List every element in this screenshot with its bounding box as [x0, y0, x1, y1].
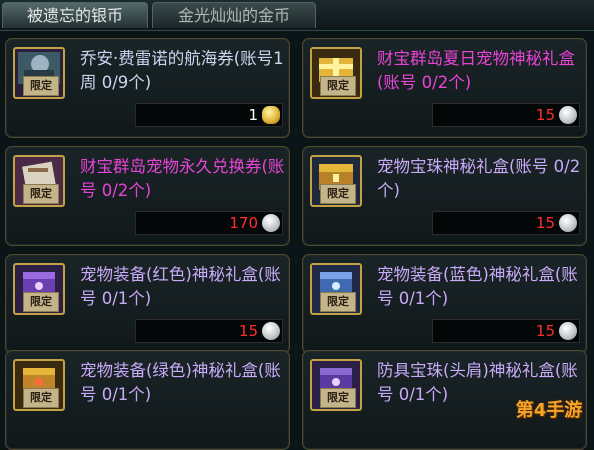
price-box: 15 — [135, 319, 283, 343]
item-title: 宠物装备(绿色)神秘礼盒(账号 0/1个) — [80, 361, 281, 404]
shop-item-card[interactable]: 限定 宠物装备(蓝色)神秘礼盒(账号 0/1个) 15 — [302, 254, 587, 354]
silver-coin-icon — [559, 214, 577, 232]
price-value: 15 — [238, 322, 258, 340]
item-title: 乔安·费雷诺的航海券(账号1周 0/9个) — [80, 49, 284, 92]
limited-badge: 限定 — [23, 184, 59, 204]
voyage-ticket-icon: 限定 — [13, 47, 65, 99]
price-value: 15 — [535, 106, 555, 124]
price-box: 15 — [432, 211, 580, 235]
site-watermark-logo: 第4手游 — [515, 400, 583, 421]
gold-coin-icon — [262, 106, 280, 124]
limited-badge: 限定 — [320, 76, 356, 96]
shop-item-card[interactable]: 限定 财宝群岛夏日宠物神秘礼盒(账号 0/2个) 15 — [302, 38, 587, 138]
price-value: 15 — [535, 322, 555, 340]
shop-item-card[interactable]: 限定 财宝群岛宠物永久兑换券(账号 0/2个) 170 — [5, 146, 290, 246]
item-title: 财宝群岛宠物永久兑换券(账号 0/2个) — [80, 157, 285, 200]
limited-badge: 限定 — [320, 388, 356, 408]
silver-coin-icon — [262, 214, 280, 232]
limited-badge: 限定 — [23, 76, 59, 96]
exchange-ticket-icon: 限定 — [13, 155, 65, 207]
shop-item-grid: 限定 乔安·费雷诺的航海券(账号1周 0/9个) 1 限定 财宝群岛夏日宠物神秘… — [0, 30, 594, 450]
item-title: 财宝群岛夏日宠物神秘礼盒(账号 0/2个) — [377, 49, 575, 92]
limited-badge: 限定 — [320, 184, 356, 204]
price-box: 15 — [432, 103, 580, 127]
shop-item-card[interactable]: 限定 宠物宝珠神秘礼盒(账号 0/2个) 15 — [302, 146, 587, 246]
tab-silver-coin[interactable]: 被遗忘的银币 — [2, 2, 148, 28]
silver-coin-icon — [262, 322, 280, 340]
tab-bar: 被遗忘的银币 金光灿灿的金币 — [0, 0, 594, 31]
price-value: 1 — [248, 106, 258, 124]
red-equipment-box-icon: 限定 — [13, 263, 65, 315]
price-value: 15 — [535, 214, 555, 232]
silver-coin-icon — [559, 322, 577, 340]
gift-box-icon: 限定 — [310, 47, 362, 99]
item-title: 宠物装备(红色)神秘礼盒(账号 0/1个) — [80, 265, 281, 308]
blue-equipment-box-icon: 限定 — [310, 263, 362, 315]
orb-chest-icon: 限定 — [310, 155, 362, 207]
price-box: 1 — [135, 103, 283, 127]
shop-item-card[interactable]: 限定 乔安·费雷诺的航海券(账号1周 0/9个) 1 — [5, 38, 290, 138]
green-equipment-box-icon: 限定 — [13, 359, 65, 411]
price-box: 15 — [432, 319, 580, 343]
shop-item-card[interactable]: 限定 宠物装备(绿色)神秘礼盒(账号 0/1个) — [5, 350, 290, 450]
limited-badge: 限定 — [23, 292, 59, 312]
limited-badge: 限定 — [320, 292, 356, 312]
shop-item-card[interactable]: 限定 宠物装备(红色)神秘礼盒(账号 0/1个) 15 — [5, 254, 290, 354]
price-value: 170 — [229, 214, 258, 232]
item-title: 宠物装备(蓝色)神秘礼盒(账号 0/1个) — [377, 265, 578, 308]
item-title: 宠物宝珠神秘礼盒(账号 0/2个) — [377, 157, 581, 200]
silver-coin-icon — [559, 106, 577, 124]
limited-badge: 限定 — [23, 388, 59, 408]
tab-gold-coin[interactable]: 金光灿灿的金币 — [152, 2, 316, 28]
price-box: 170 — [135, 211, 283, 235]
armor-orb-box-icon: 限定 — [310, 359, 362, 411]
